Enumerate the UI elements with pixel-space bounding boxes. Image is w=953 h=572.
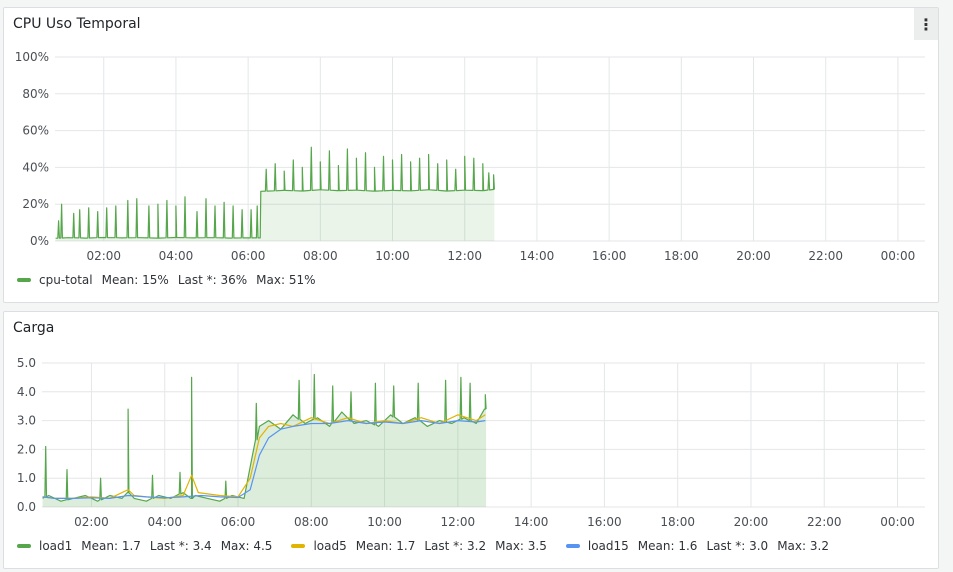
y-tick-label: 60% [22,124,49,138]
x-tick-label: 18:00 [660,515,695,529]
legend-stat-max: Max: 4.5 [220,539,273,553]
legend-item-load1[interactable]: load1 Mean: 1.7 Last *: 3.4 Max: 4.5 [17,539,281,553]
legend-series-name: load15 [587,539,629,553]
load-legend: load1 Mean: 1.7 Last *: 3.4 Max: 4.5 loa… [17,539,848,553]
y-tick-label: 0.0 [17,500,36,514]
legend-stat-max: Max: 3.5 [495,539,547,553]
x-tick-label: 12:00 [447,249,482,263]
legend-stat-last: Last *: 36% [177,273,248,287]
legend-stat-max: Max: 51% [256,273,316,287]
y-tick-label: 20% [22,197,49,211]
x-tick-label: 16:00 [592,249,627,263]
cpu-chart[interactable]: 0% 20% 40% 60% 80% 100% 02:00 04:00 06:00 08:00 10… [4,8,940,304]
x-tick-label: 18:00 [664,249,699,263]
legend-series-name: load1 [39,539,73,553]
legend-stat-mean: Mean: 15% [101,273,169,287]
legend-stat-mean: Mean: 1.7 [81,539,141,553]
x-tick-label: 06:00 [221,515,256,529]
legend-item-load5[interactable]: load5 Mean: 1.7 Last *: 3.2 Max: 3.5 [291,539,555,553]
legend-swatch [565,544,580,548]
x-tick-label: 22:00 [807,515,842,529]
x-tick-label: 06:00 [231,249,266,263]
x-tick-label: 12:00 [441,515,476,529]
x-tick-label: 08:00 [294,515,329,529]
legend-stat-last: Last *: 3.2 [424,539,487,553]
legend-item-cpu-total[interactable]: cpu-total Mean: 15% Last *: 36% Max: 51% [17,273,325,287]
load-chart[interactable]: 0.0 1.0 2.0 3.0 4.0 5.0 02:00 04:00 06:00 08:00 10… [4,312,940,570]
legend-stat-last: Last *: 3.0 [706,539,769,553]
x-tick-label: 14:00 [514,515,549,529]
x-tick-label: 16:00 [587,515,622,529]
x-tick-label: 10:00 [367,515,402,529]
y-tick-label: 100% [15,50,49,64]
y-tick-label: 3.0 [17,414,36,428]
legend-swatch [291,544,306,548]
x-tick-label: 02:00 [74,515,109,529]
x-tick-label: 08:00 [303,249,338,263]
y-tick-label: 0% [30,234,49,248]
y-tick-label: 80% [22,87,49,101]
x-tick-label: 00:00 [881,249,916,263]
x-tick-label: 04:00 [147,515,182,529]
load-panel: Carga 0.0 1.0 2.0 3.0 4.0 5.0 02:00 04:00 06:00 0… [3,311,939,569]
x-tick-label: 20:00 [736,249,771,263]
x-tick-label: 10:00 [375,249,410,263]
y-tick-label: 5.0 [17,356,36,370]
y-tick-label: 1.0 [17,471,36,485]
series-area-load1 [42,374,487,507]
legend-swatch [17,278,31,282]
x-tick-label: 22:00 [808,249,843,263]
legend-stat-mean: Mean: 1.6 [637,539,698,553]
y-tick-label: 2.0 [17,442,36,456]
x-tick-label: 14:00 [520,249,555,263]
y-tick-label: 40% [22,160,49,174]
x-tick-label: 02:00 [86,249,121,263]
legend-series-name: load5 [313,539,347,553]
legend-stat-mean: Mean: 1.7 [355,539,416,553]
x-tick-label: 04:00 [159,249,194,263]
legend-stat-last: Last *: 3.4 [149,539,212,553]
legend-stat-max: Max: 3.2 [777,539,829,553]
x-tick-label: 20:00 [734,515,769,529]
x-tick-label: 00:00 [880,515,915,529]
cpu-panel: CPU Uso Temporal ⋮ 0% 20% 40% 60% 80% 100% 02:… [3,7,939,303]
y-tick-label: 4.0 [17,385,36,399]
legend-item-load15[interactable]: load15 Mean: 1.6 Last *: 3.0 Max: 3.2 [565,539,838,553]
cpu-legend: cpu-total Mean: 15% Last *: 36% Max: 51% [17,273,335,287]
legend-swatch [17,544,31,548]
legend-series-name: cpu-total [39,273,93,287]
